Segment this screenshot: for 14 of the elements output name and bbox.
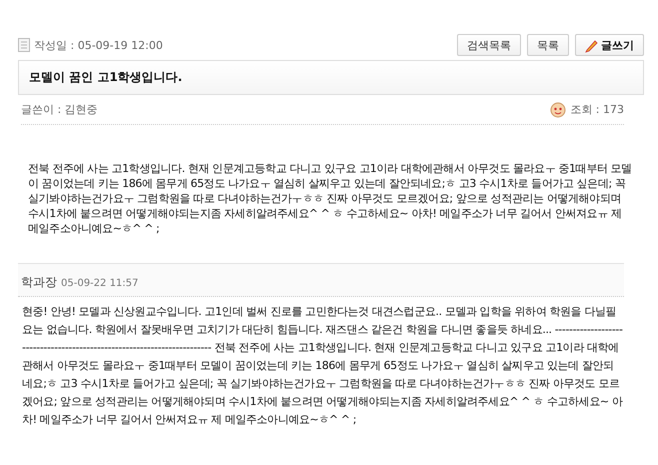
comment-date: 05-09-22 11:57	[61, 278, 138, 289]
post-body: 전북 전주에 사는 고1학생입니다. 현재 인문계고등학교 다니고 있구요 고1이라 대학에관해서 아무것도 몰라요ㅜ 중1때부터 모델이 꿈이었는데 키는 186에 몸무게 65정도 나가요ㅜ 열심히 살찌우고 있는데 잘안되네요;ㅎ 고3 수시1차로 들어가고 싶은데; 꼭 실기봐야하는건가요ㅜ 그럼학원을 따로 다녀야하는건가ㅜㅎㅎ 진짜 아무것도 모르겠어요; 앞으로 성적관리는 어떻게해야되며 수시1차에 붙으려면 어떻게해야되는지좀 자세히알려주세요^ ^ ㅎ 수고하세요~ 아차! 메일주소가 너무 길어서 안써져요ㅠ 제 메일주소아니예요~ㅎ^ ^ ;	[27, 161, 633, 237]
comment-text: 현중! 안녕! 모델과 신상원교수입니다. 고1인데 벌써 진로를 고민한다는것 대견스럽군요.. 모델과 입학을 위하여 학원을 다닐필요는 없습니다. 학원에서 잘못배우면 고치기가 대단히 힘듭니다. 재즈댄스 같은건 학원을 다니면 좋을듯 하네요... ------------------------------------------------------------------------ 전북 전주에 사는 고1학생입니다. 현재 인문계고등학교 다니고 있구요 고1이라 대학에관해서 아무것도 몰라요ㅜ 중1때부터 모델이 꿈이었는데 키는 186에 몸무게 65정도 나가요ㅜ 열심히 살찌우고 있는데 잘안되네요;ㅎ 고3 수시1차로 들어가고 싶은데; 꼭 실기봐야하는건가요ㅜ 그럼학원을 따로 다녀야하는건가ㅜㅎㅎ 진짜 아무것도 모르겠어요; 앞으로 성적관리는 어떻게해야되며 수시1차에 붙으려면 어떻게해야되는지좀 자세히알려주세요^ ^ ㅎ 수고하세요~ 아차! 메일주소가 너무 길어서 안써져요ㅠ 제 메일주소아니예요~ㅎ^ ^ ;	[21, 304, 624, 428]
post-author: 글쓴이 : 김현중	[21, 102, 98, 117]
list-button[interactable]: 검색목록	[457, 34, 521, 56]
smiley-icon	[550, 102, 566, 118]
pencil-icon	[585, 38, 599, 52]
document-icon	[18, 38, 30, 52]
comment-author: 학과장	[21, 275, 57, 289]
post-title: 모델이 꿈인 고1학생입니다.	[18, 60, 644, 95]
list-button[interactable]: 목록	[527, 34, 569, 56]
write-button[interactable]: 글쓰기	[575, 34, 644, 56]
post-date: 작성일 : 05-09-19 12:00	[34, 38, 163, 52]
view-count: 조회 : 173	[570, 102, 624, 117]
